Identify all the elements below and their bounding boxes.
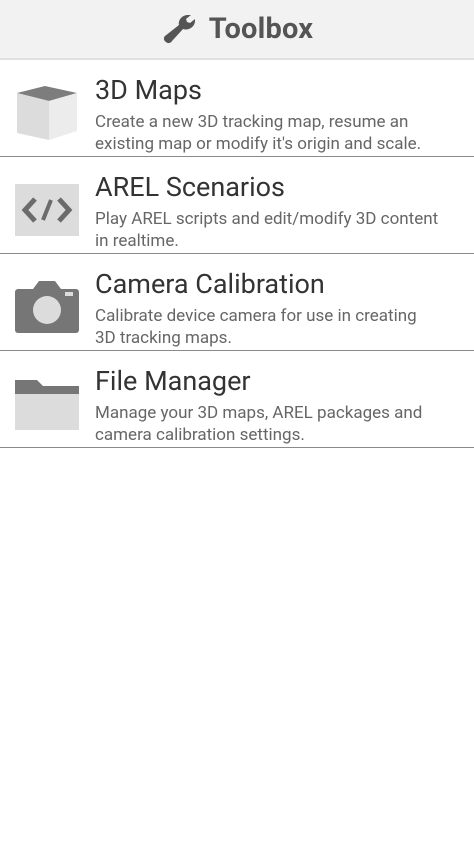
item-description-line-2: in realtime. [95, 231, 179, 251]
tool-list: 3D Maps Create a new 3D tracking map, re… [0, 60, 474, 448]
item-description-line-2: camera calibration settings. [95, 425, 305, 445]
item-description-line-1: Create a new 3D tracking map, resume an [95, 112, 409, 132]
item-title: File Manager [95, 365, 251, 397]
item-title: 3D Maps [95, 74, 202, 106]
item-description-line-2: existing map or modify it's origin and s… [95, 134, 422, 154]
item-text: AREL Scenarios Play AREL scripts and edi… [95, 171, 470, 252]
item-title: Camera Calibration [95, 268, 325, 300]
list-item-3d-maps[interactable]: 3D Maps Create a new 3D tracking map, re… [0, 60, 474, 157]
list-item-camera-calibration[interactable]: Camera Calibration Calibrate device came… [0, 254, 474, 351]
folder-icon [15, 376, 79, 432]
item-description-line-2: 3D tracking maps. [95, 328, 232, 348]
item-text: File Manager Manage your 3D maps, AREL p… [95, 365, 470, 446]
toolbar-header: Toolbox [0, 0, 474, 60]
code-icon [15, 182, 79, 238]
item-text: Camera Calibration Calibrate device came… [95, 268, 470, 349]
list-item-arel-scenarios[interactable]: AREL Scenarios Play AREL scripts and edi… [0, 157, 474, 254]
item-text: 3D Maps Create a new 3D tracking map, re… [95, 74, 470, 155]
item-description-line-1: Play AREL scripts and edit/modify 3D con… [95, 209, 439, 229]
cube-icon [15, 85, 79, 141]
wrench-icon [161, 12, 199, 46]
list-item-file-manager[interactable]: File Manager Manage your 3D maps, AREL p… [0, 351, 474, 448]
page-title: Toolbox [208, 12, 314, 46]
camera-icon [15, 279, 79, 335]
item-description-line-1: Calibrate device camera for use in creat… [95, 306, 417, 326]
item-description-line-1: Manage your 3D maps, AREL packages and [95, 403, 423, 423]
item-title: AREL Scenarios [95, 171, 285, 203]
